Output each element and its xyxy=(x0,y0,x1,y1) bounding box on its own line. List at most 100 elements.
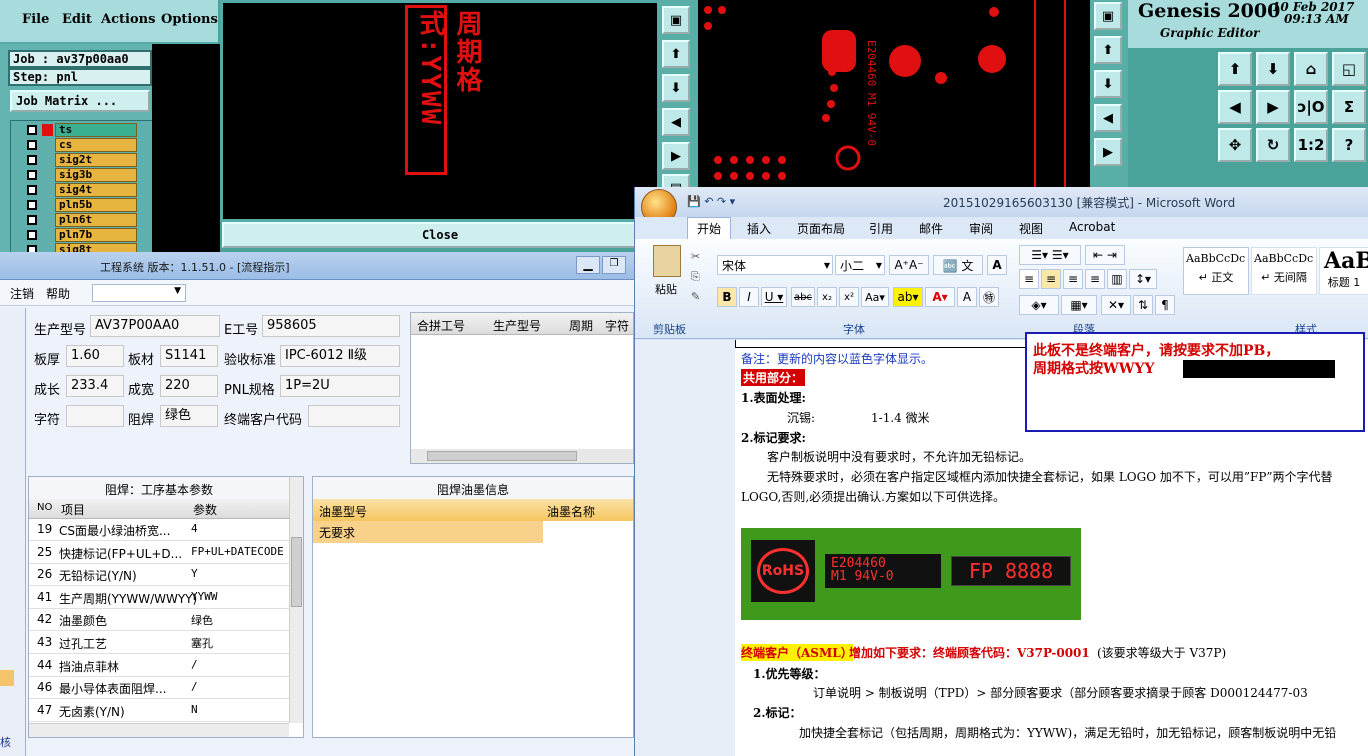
job-matrix-button[interactable]: Job Matrix ... xyxy=(10,90,150,112)
font-grow-icon[interactable]: A⁺A⁻ xyxy=(889,255,929,275)
left-icon[interactable]: ◀ xyxy=(662,108,690,136)
right-icon[interactable]: ▶ xyxy=(1094,138,1122,166)
rotate-icon[interactable]: ↻ xyxy=(1256,128,1290,162)
param-row[interactable]: 41 生产周期(YYWW/WWYY) YYWW xyxy=(29,587,289,609)
zoom-in-icon[interactable]: ▣ xyxy=(1094,2,1122,30)
layer-row[interactable]: sig2t xyxy=(25,153,137,168)
align-right-icon[interactable]: ≡ xyxy=(1063,269,1083,289)
underline-icon[interactable]: U ▾ xyxy=(761,287,787,307)
merge-grid[interactable]: 合拼工号 生产型号 周期 字符 xyxy=(410,312,634,464)
help-icon[interactable]: ? xyxy=(1332,128,1366,162)
indent-icon[interactable]: ⇤ ⇥ xyxy=(1085,245,1125,265)
justify-icon[interactable]: ≡ xyxy=(1085,269,1105,289)
move-icon[interactable]: ✥ xyxy=(1218,128,1252,162)
border-icon[interactable]: ▦▾ xyxy=(1061,295,1097,315)
home-icon[interactable]: ⬆ xyxy=(1218,52,1252,86)
layer-row[interactable]: ts xyxy=(25,123,137,138)
menu-help[interactable]: 帮助 xyxy=(46,285,70,302)
merge-grid-scrollbar[interactable] xyxy=(411,449,633,463)
show-marks-icon[interactable]: ¶ xyxy=(1155,295,1175,315)
param-row[interactable]: 44 挡油点菲林 / xyxy=(29,655,289,677)
down-icon[interactable]: ⬇ xyxy=(1094,70,1122,98)
scrollbar-thumb[interactable] xyxy=(427,451,577,461)
paste-label[interactable]: 粘贴 xyxy=(655,281,677,297)
style-normal[interactable]: AaBbCcDc ↵ 正文 xyxy=(1183,247,1249,295)
strikethrough-icon[interactable]: abc xyxy=(791,287,815,307)
tab-acrobat[interactable]: Acrobat xyxy=(1069,220,1115,234)
font-size-select[interactable]: 小二 ▼ xyxy=(835,255,885,275)
highlight-icon[interactable]: ab▾ xyxy=(893,287,923,307)
enclose-char-icon[interactable]: ㊕ xyxy=(979,287,999,307)
style-heading1[interactable]: AaB 标题 1 xyxy=(1319,247,1368,295)
char-border-icon[interactable]: A xyxy=(987,255,1007,275)
params-hscroll[interactable] xyxy=(29,723,289,737)
quick-access-icon[interactable]: 💾 ↶ ↷ ▾ xyxy=(687,195,735,208)
params-vscroll[interactable] xyxy=(289,477,303,723)
phonetic-icon[interactable]: 🔤 文 xyxy=(933,255,983,275)
scrollbar-thumb[interactable] xyxy=(291,537,302,607)
menu-combo[interactable]: ▼ xyxy=(92,284,186,302)
arrow-icon[interactable]: ◱ xyxy=(1332,52,1366,86)
layer-row[interactable]: pln7b xyxy=(25,228,137,243)
param-row[interactable]: 42 油墨颜色 绿色 xyxy=(29,609,289,632)
shading-icon[interactable]: A xyxy=(957,287,977,307)
document-page[interactable]: 备注：更新的内容以蓝色字体显示。 共用部分： 1.表面处理: 沉锡: 1-1.4… xyxy=(735,332,1368,756)
font-name-select[interactable]: 宋体 ▼ xyxy=(717,255,833,275)
layer-row[interactable]: pln5b xyxy=(25,198,137,213)
zoom-icon[interactable]: ▣ xyxy=(662,6,690,34)
paste-icon[interactable] xyxy=(653,245,681,277)
clipboard-tools-icon[interactable]: ✂ ⎘ ✎ xyxy=(691,247,700,307)
layer-row[interactable]: pln6t xyxy=(25,213,137,228)
left-icon[interactable]: ◀ xyxy=(1218,90,1252,124)
ink-row[interactable]: 无要求 xyxy=(313,521,543,543)
tab-home[interactable]: 开始 xyxy=(697,220,721,237)
tab-mailings[interactable]: 邮件 xyxy=(919,220,943,237)
menu-logout[interactable]: 注销 xyxy=(10,285,34,302)
line-spacing-icon[interactable]: ↕▾ xyxy=(1129,269,1157,289)
align-left-icon[interactable]: ≡ xyxy=(1019,269,1039,289)
tab-insert[interactable]: 插入 xyxy=(747,220,771,237)
param-row[interactable]: 19 CS面最小绿油桥宽... 4 xyxy=(29,519,289,541)
tab-view[interactable]: 视图 xyxy=(1019,220,1043,237)
italic-icon[interactable]: I xyxy=(739,287,759,307)
superscript-icon[interactable]: x² xyxy=(839,287,859,307)
align-center-icon[interactable]: ≡ xyxy=(1041,269,1061,289)
down-icon[interactable]: ⬇ xyxy=(1256,52,1290,86)
tab-review[interactable]: 审阅 xyxy=(969,220,993,237)
asian-layout-icon[interactable]: ✕▾ xyxy=(1101,295,1131,315)
fill-icon[interactable]: ◈▾ xyxy=(1019,295,1059,315)
menu-options[interactable]: Options xyxy=(161,12,218,27)
left-icon[interactable]: ◀ xyxy=(1094,104,1122,132)
tab-layout[interactable]: 页面布局 xyxy=(797,220,845,237)
param-row[interactable]: 46 最小导体表面阻焊... / xyxy=(29,677,289,700)
right-icon[interactable]: ▶ xyxy=(662,142,690,170)
change-case-icon[interactable]: Aa▾ xyxy=(861,287,889,307)
distribute-icon[interactable]: ▥ xyxy=(1107,269,1127,289)
subscript-icon[interactable]: x₂ xyxy=(817,287,837,307)
tab-references[interactable]: 引用 xyxy=(869,220,893,237)
params-grid[interactable]: 阻焊：工序基本参数 NO 项目 参数 19 CS面最小绿油桥宽... 4 25 快捷标记… xyxy=(28,476,304,738)
param-row[interactable]: 25 快捷标记(FP+UL+D... FP+UL+DATECODE xyxy=(29,542,289,564)
style-no-spacing[interactable]: AaBbCcDc ↵ 无间隔 xyxy=(1251,247,1317,295)
param-row[interactable]: 26 无铅标记(Y/N) Y xyxy=(29,564,289,587)
menu-edit[interactable]: Edit xyxy=(62,12,92,27)
ink-grid[interactable]: 阻焊油墨信息 油墨型号 油墨名称 无要求 xyxy=(312,476,634,738)
layer-row[interactable]: sig3b xyxy=(25,168,137,183)
io-icon[interactable]: ᴐ|O xyxy=(1294,90,1328,124)
restore-icon[interactable]: ❐ xyxy=(602,256,626,274)
layer-row[interactable]: sig4t xyxy=(25,183,137,198)
menu-file[interactable]: File xyxy=(22,12,49,27)
param-row[interactable]: 43 过孔工艺 塞孔 xyxy=(29,632,289,654)
sort-icon[interactable]: ⇅ xyxy=(1133,295,1153,315)
sigma-icon[interactable]: Σ xyxy=(1332,90,1366,124)
minimize-icon[interactable]: ▁ xyxy=(576,256,600,274)
bold-icon[interactable]: B xyxy=(717,287,737,307)
bullets-icon[interactable]: ☰▾ ☰▾ xyxy=(1019,245,1081,265)
down-icon[interactable]: ⬇ xyxy=(662,74,690,102)
font-color-icon[interactable]: A▾ xyxy=(925,287,955,307)
ratio-icon[interactable]: 1:2 xyxy=(1294,128,1328,162)
close-button[interactable]: Close xyxy=(222,222,658,248)
menu-actions[interactable]: Actions xyxy=(101,12,155,27)
right-icon[interactable]: ▶ xyxy=(1256,90,1290,124)
house-icon[interactable]: ⌂ xyxy=(1294,52,1328,86)
